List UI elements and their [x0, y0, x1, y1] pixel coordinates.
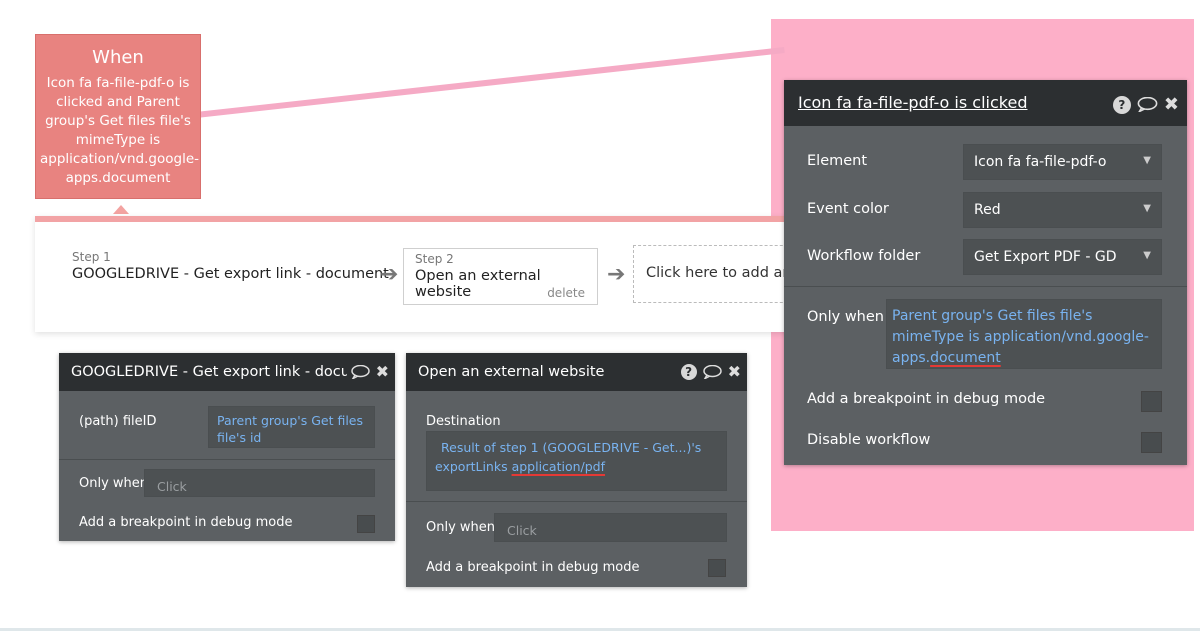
event-when-block[interactable]: When Icon fa fa-file-pdf-o is clicked an…: [35, 34, 201, 199]
step-1-number: Step 1: [72, 250, 111, 264]
destination-value-highlight: application/pdf: [511, 459, 606, 474]
comment-icon[interactable]: [350, 364, 370, 379]
step-1-name: GOOGLEDRIVE - Get export link - document: [72, 266, 389, 282]
element-value: Icon fa fa-file-pdf-o: [974, 154, 1107, 170]
arrow-right-icon: ➔: [380, 262, 399, 287]
fileid-label: (path) fileID: [79, 414, 157, 429]
event-color-value: Red: [974, 202, 1001, 218]
step-2[interactable]: Step 2 Open an external website delete: [403, 248, 598, 305]
only-when-value-highlight: document: [930, 350, 1001, 366]
close-icon[interactable]: ✖: [1164, 94, 1179, 115]
breakpoint-label: Add a breakpoint in debug mode: [79, 515, 293, 530]
breakpoint-checkbox[interactable]: [708, 559, 726, 577]
disable-workflow-checkbox[interactable]: [1141, 432, 1162, 453]
destination-label: Destination: [426, 414, 501, 429]
element-dropdown[interactable]: Icon fa fa-file-pdf-o ▼: [963, 144, 1162, 180]
help-icon[interactable]: ?: [1112, 95, 1131, 114]
breakpoint-checkbox[interactable]: [1141, 391, 1162, 412]
destination-value-line2: exportLinks: [435, 459, 512, 474]
chevron-down-icon: ▼: [1143, 203, 1151, 214]
panel-header: Icon fa fa-file-pdf-o is clicked ? ✖: [784, 80, 1187, 126]
step-1[interactable]: Step 1 GOOGLEDRIVE - Get export link - d…: [72, 250, 389, 282]
panel-title: GOOGLEDRIVE - Get export link - document: [71, 364, 388, 380]
divider: [59, 459, 395, 460]
workflow-folder-value: Get Export PDF - GD: [974, 249, 1117, 265]
when-title: When: [92, 47, 144, 68]
disable-workflow-label: Disable workflow: [807, 432, 931, 448]
when-condition: Icon fa fa-file-pdf-o is clicked and Par…: [40, 75, 200, 186]
event-properties-panel: Icon fa fa-file-pdf-o is clicked ? ✖ Ele…: [784, 80, 1187, 465]
step-2-delete-link[interactable]: delete: [547, 286, 585, 300]
comment-icon[interactable]: [1137, 97, 1158, 112]
divider: [406, 501, 747, 502]
arrow-right-icon: ➔: [607, 262, 626, 287]
only-when-label: Only when: [79, 476, 149, 491]
divider: [784, 286, 1187, 287]
element-label: Element: [807, 153, 868, 169]
breakpoint-label: Add a breakpoint in debug mode: [426, 560, 640, 575]
event-color-dropdown[interactable]: Red ▼: [963, 192, 1162, 228]
fileid-field[interactable]: Parent group's Get files file's id: [208, 406, 375, 448]
chevron-down-icon: ▼: [1143, 250, 1151, 261]
only-when-placeholder: Click: [157, 479, 187, 494]
only-when-field[interactable]: Parent group's Get files file's mimeType…: [886, 299, 1162, 369]
comment-icon[interactable]: [702, 364, 722, 379]
event-color-label: Event color: [807, 201, 889, 217]
panel-header-icons: ? ✖: [1108, 94, 1179, 115]
fileid-value: Parent group's Get files file's id: [217, 413, 364, 445]
event-title[interactable]: Icon fa fa-file-pdf-o is clicked: [798, 93, 1027, 112]
destination-field[interactable]: Result of step 1 (GOOGLEDRIVE - Get...)'…: [426, 431, 727, 491]
panel-header: Open an external website ? ✖: [406, 353, 747, 391]
step-1-properties-panel: GOOGLEDRIVE - Get export link - document…: [59, 353, 395, 541]
workflow-folder-dropdown[interactable]: Get Export PDF - GD ▼: [963, 239, 1162, 275]
step-2-properties-panel: Open an external website ? ✖ Destination…: [406, 353, 747, 587]
selected-caret: [113, 205, 129, 214]
workflow-folder-label: Workflow folder: [807, 248, 921, 264]
only-when-label: Only when: [807, 309, 884, 325]
only-when-label: Only when: [426, 520, 496, 535]
breakpoint-checkbox[interactable]: [357, 515, 375, 533]
chevron-down-icon: ▼: [1143, 155, 1151, 166]
close-icon[interactable]: ✖: [728, 362, 741, 381]
panel-header: GOOGLEDRIVE - Get export link - document…: [59, 353, 395, 391]
help-icon[interactable]: ?: [680, 363, 697, 380]
only-when-input[interactable]: Click: [494, 513, 727, 542]
panel-title: Open an external website: [418, 364, 605, 380]
connector-line: [195, 47, 785, 118]
breakpoint-label: Add a breakpoint in debug mode: [807, 391, 1046, 407]
step-2-number: Step 2: [415, 252, 454, 266]
only-when-placeholder: Click: [507, 523, 537, 538]
close-icon[interactable]: ✖: [376, 362, 389, 381]
only-when-input[interactable]: Click: [144, 469, 375, 497]
destination-value-line1: Result of step 1 (GOOGLEDRIVE - Get...)'…: [441, 440, 702, 455]
panel-header-icons: ✖: [346, 362, 389, 381]
panel-header-icons: ? ✖: [676, 362, 741, 381]
add-action-button[interactable]: Click here to add an action...: [633, 245, 803, 303]
